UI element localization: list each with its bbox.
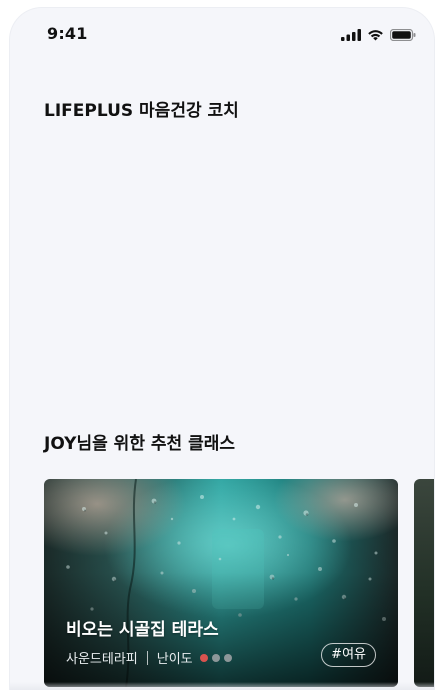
signal-icon bbox=[341, 26, 361, 45]
difficulty-dot bbox=[223, 653, 232, 662]
difficulty-label: 난이도 bbox=[156, 652, 193, 667]
app-title: LIFEPLUS 마음건강 코치 bbox=[44, 101, 239, 121]
bottom-fade bbox=[10, 682, 434, 690]
card-category: 사운드테라피 bbox=[66, 652, 138, 667]
wifi-icon bbox=[367, 26, 384, 45]
next-class-card[interactable] bbox=[414, 479, 434, 687]
class-card[interactable]: 비오는 시골집 테라스 사운드테라피 난이도 #여유 bbox=[44, 479, 398, 687]
difficulty-dot bbox=[211, 653, 220, 662]
hash-tag[interactable]: #여유 bbox=[321, 643, 376, 667]
card-title: 비오는 시골집 테라스 bbox=[66, 620, 219, 640]
section-title: JOY님을 위한 추천 클래스 bbox=[44, 434, 235, 454]
battery-icon bbox=[389, 26, 416, 45]
difficulty-dot bbox=[199, 653, 208, 662]
status-bar: 9:41 bbox=[10, 8, 434, 60]
phone-screen: 9:41 LIFEPLUS 마음건강 코치 JOY님을 위한 추천 클래스 비오… bbox=[10, 8, 434, 690]
card-meta: 사운드테라피 난이도 bbox=[66, 648, 232, 667]
status-time: 9:41 bbox=[47, 24, 88, 43]
difficulty-dots bbox=[199, 653, 232, 662]
status-icons bbox=[341, 26, 416, 45]
meta-divider bbox=[146, 650, 148, 665]
